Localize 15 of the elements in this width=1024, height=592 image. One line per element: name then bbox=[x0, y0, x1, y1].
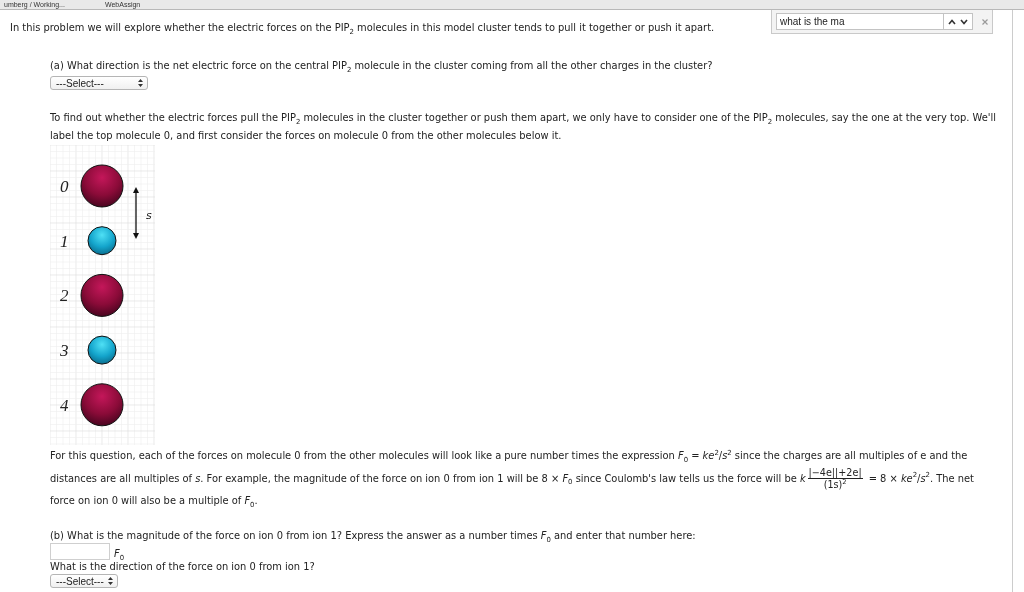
instruction-text: To find out whether the electric forces pull the PIP$_{2}$ molecules in the cluster together or push them apart, we only have to consider one of the PIP$_{2}$ molecules, say the one at the very top. We'll label the top molecule 0, and first consider the forces on molecule 0 from the other molecules below it. bbox=[50, 111, 997, 143]
molecule-label: 1 bbox=[60, 231, 69, 251]
molecule-label: 0 bbox=[60, 177, 69, 196]
question-text: (a) What direction is the net electric force on the central PIP$_{2}$ molecule in the cluster coming from all the other charges in the cluster? bbox=[50, 60, 714, 71]
intro-text: In this problem we will explore whether the electric forces on the PIP$_{2}$ molecules in this model cluster tends to pull it together or push it apart. bbox=[10, 22, 715, 33]
molecule-label: 3 bbox=[60, 341, 69, 361]
question-text: (b) What is the magnitude of the force on ion 0 from ion 1? Express the answer as a number times F$_{0}$ and enter that number here: bbox=[50, 530, 697, 541]
select-dropdown[interactable]: ---Select--- bbox=[50, 76, 148, 90]
spacing-label: s bbox=[146, 209, 152, 222]
molecule-label: 2 bbox=[60, 286, 69, 306]
select-dropdown[interactable]: ---Select--- bbox=[50, 574, 118, 588]
find-field[interactable]: what is the ma bbox=[776, 13, 973, 30]
molecule-label: 4 bbox=[60, 395, 69, 415]
unit-label: F$_{0}$ bbox=[114, 548, 125, 559]
question-text: What is the direction of the force on ion 0 from ion 1? bbox=[50, 561, 316, 572]
